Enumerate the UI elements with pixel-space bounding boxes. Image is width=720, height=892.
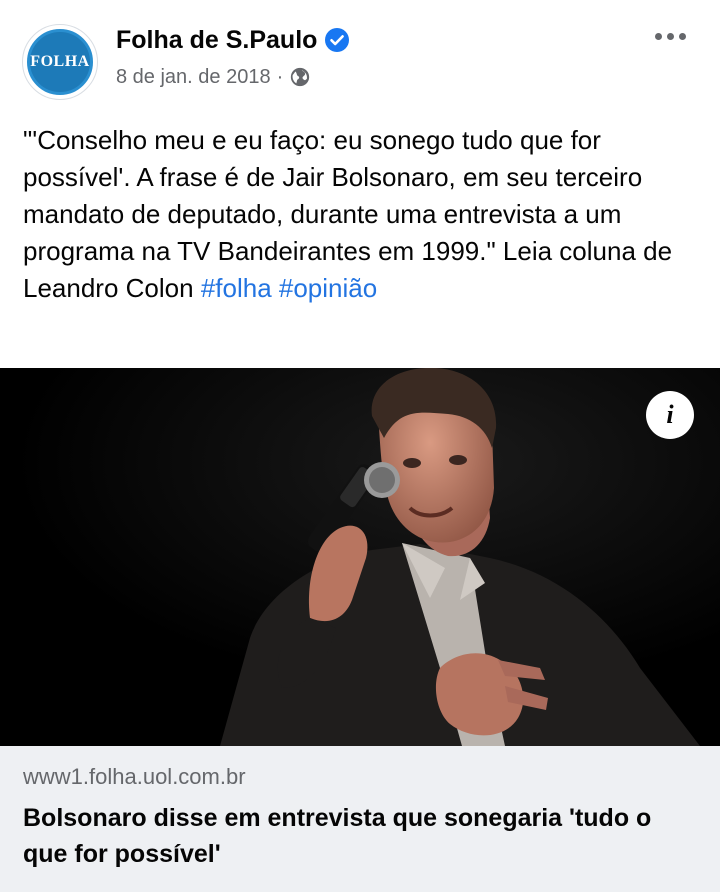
page-avatar[interactable]: FOLHA [22, 24, 98, 100]
hashtag-opiniao[interactable]: #opinião [279, 273, 377, 303]
globe-icon [291, 67, 310, 87]
page-name[interactable]: Folha de S.Paulo [116, 26, 317, 55]
avatar-logo-text: FOLHA [30, 53, 90, 70]
link-domain: www1.folha.uol.com.br [23, 764, 246, 789]
info-icon[interactable]: i [646, 391, 694, 439]
meta-separator: · [276, 65, 284, 88]
link-title[interactable]: Bolsonaro disse em entrevista que sonega… [23, 800, 693, 872]
hashtag-folha[interactable]: #folha [201, 273, 272, 303]
post-meta: 8 de jan. de 2018 · [116, 64, 311, 90]
post-header: FOLHA Folha de S.Paulo 8 de jan. de 2018… [0, 0, 720, 110]
more-dot [666, 32, 674, 40]
post-text: "'Conselho meu e eu faço: eu sonego tudo… [23, 122, 698, 307]
post-image[interactable] [0, 368, 720, 746]
post-date[interactable]: 8 de jan. de 2018 [116, 66, 271, 89]
person-photo [0, 368, 720, 746]
page-name-row: Folha de S.Paulo [116, 24, 350, 56]
verified-badge-icon [325, 28, 350, 52]
more-dot [654, 32, 662, 40]
avatar-logo: FOLHA [27, 29, 93, 95]
more-dot [678, 32, 686, 40]
info-icon-glyph: i [666, 400, 674, 429]
more-options-icon[interactable] [646, 22, 694, 50]
